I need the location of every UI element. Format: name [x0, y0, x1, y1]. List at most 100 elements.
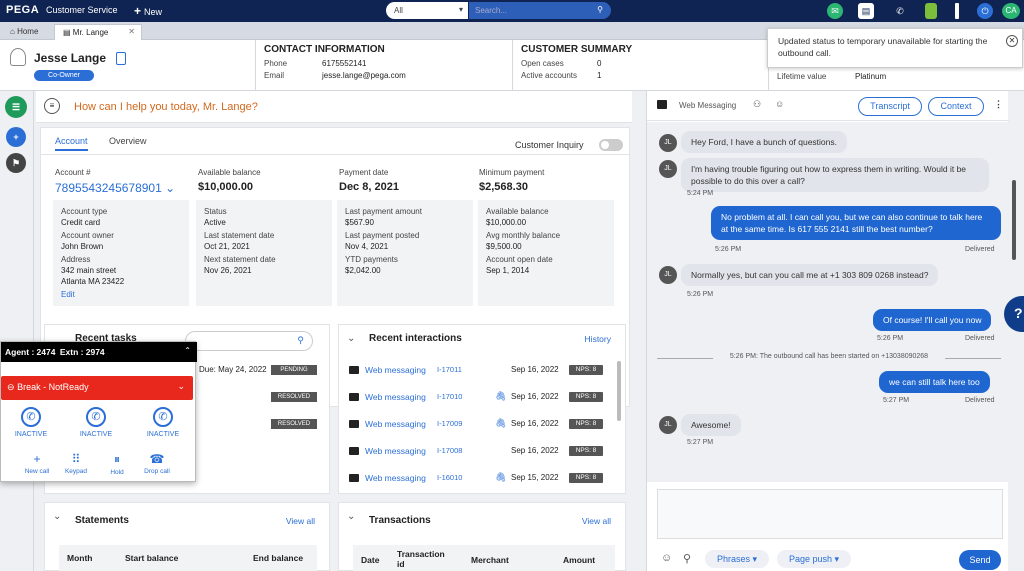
contact-information: CONTACT INFORMATION Phone 6175552141 Emai… [255, 40, 512, 91]
close-icon[interactable]: ✕ [128, 27, 135, 36]
tab-account[interactable]: Account [55, 136, 88, 151]
interaction-row[interactable]: Web messaging I-16010 🖇 Sep 15, 2022 NPS: 8 [347, 469, 611, 491]
payment-date-value: Dec 8, 2021 [339, 181, 399, 193]
lifetime-value: Platinum [855, 72, 887, 81]
customer-inquiry-toggle[interactable] [599, 139, 623, 151]
interaction-date: Sep 15, 2022 [511, 473, 559, 482]
tab-mr-lange[interactable]: ▤ Mr. Lange ✕ [54, 24, 142, 40]
new-button[interactable]: + New [134, 4, 162, 18]
more-icon[interactable]: ⋮ [994, 99, 1003, 110]
history-link[interactable]: History [585, 334, 611, 344]
search-input[interactable]: Search... ⚲ [469, 2, 611, 19]
nps-badge: NPS: 8 [569, 392, 603, 402]
column-header: Merchant [471, 555, 509, 565]
chat-icon[interactable]: ☰ [5, 96, 27, 118]
interaction-row[interactable]: Web messaging I-17011 Sep 16, 2022 NPS: 8 [347, 361, 611, 383]
detail-label: Last statement date [204, 231, 275, 240]
tasks-search-input[interactable]: ⚲ [185, 331, 313, 351]
interaction-row[interactable]: Web messaging I-17010 🖇 Sep 16, 2022 NPS: 8 [347, 388, 611, 410]
close-icon[interactable]: ✕ [1006, 35, 1018, 47]
available-balance-value: $10,000.00 [198, 181, 254, 193]
payment-date-col: Payment date Dec 8, 2021 [339, 168, 475, 193]
incoming-message: Normally yes, but can you call me at +1 … [681, 264, 939, 286]
available-balance-label: Available balance [198, 168, 261, 177]
transcript-button[interactable]: Transcript [858, 97, 922, 116]
tab-home-label: Home [17, 27, 39, 36]
chevron-up-icon[interactable]: ⌃ [184, 346, 191, 355]
detail-value: Active [204, 218, 226, 227]
drop-call-button[interactable]: ☎ Drop call [137, 452, 177, 475]
line-2[interactable]: ✆ INACTIVE [76, 407, 116, 438]
send-button[interactable]: Send [959, 550, 1001, 570]
flag-icon[interactable]: ⚑ [6, 153, 26, 173]
message-icon [349, 420, 359, 428]
new-call-button[interactable]: + New call [17, 452, 57, 475]
interaction-date: Sep 16, 2022 [511, 365, 559, 374]
question-bar: ≡ How can I help you today, Mr. Lange? [36, 91, 632, 123]
keypad-button[interactable]: ⠿ Keypad [56, 452, 96, 475]
statements-view-all-link[interactable]: View all [286, 516, 315, 526]
minimum-payment-col: Minimum payment $2,568.30 [479, 168, 615, 193]
tab-home[interactable]: ⌂ Home [2, 24, 46, 40]
add-icon[interactable]: + [6, 127, 26, 147]
column-header: Month [67, 553, 93, 563]
message-input[interactable] [657, 489, 1003, 539]
delivery-status: Delivered [965, 335, 995, 342]
interaction-id: I-17008 [437, 446, 463, 455]
agent-status-select[interactable]: ⊖ Break - NotReady ⌄ [1, 376, 193, 400]
edit-link[interactable]: Edit [61, 289, 181, 300]
pega-logo[interactable]: PEGA [6, 4, 39, 16]
add-participant-icon[interactable]: ⚇ [753, 99, 761, 110]
chevron-down-icon[interactable]: ⌄ [53, 511, 61, 522]
tab-overview[interactable]: Overview [109, 136, 147, 146]
page-push-dropdown[interactable]: Page push ▾ [777, 550, 852, 568]
search-placeholder: Search... [475, 6, 508, 15]
transactions-view-all-link[interactable]: View all [582, 516, 611, 526]
message-time: 5:26 PM [877, 335, 904, 342]
customer-summary-title: CUSTOMER SUMMARY [521, 44, 633, 55]
scrollbar[interactable] [1012, 180, 1016, 260]
clipboard-icon[interactable] [116, 52, 126, 65]
detail-label: Address [61, 255, 91, 264]
page-push-label: Page push [789, 554, 833, 564]
active-accounts-value: 1 [597, 71, 602, 80]
detail-value: 342 main street [61, 266, 117, 275]
phrases-dropdown[interactable]: Phrases ▾ [705, 550, 770, 568]
interaction-row[interactable]: Web messaging I-17008 Sep 16, 2022 NPS: 8 [347, 442, 611, 464]
status-card: Status Active Last statement date Oct 21, … [196, 200, 332, 306]
statements-panel: ⌄ Statements View all Month Start balanc… [44, 502, 330, 571]
email-icon[interactable]: ✉ [827, 3, 843, 19]
detail-label: Available balance [486, 207, 549, 216]
chevron-down-icon[interactable]: ⌄ [347, 511, 355, 522]
search-scope-select[interactable]: All ▾ [386, 2, 468, 19]
line-1[interactable]: ✆ INACTIVE [11, 407, 51, 438]
account-number-select[interactable]: 7895543245678901 ⌄ [55, 181, 191, 195]
interaction-row[interactable]: Web messaging I-17009 🖇 Sep 16, 2022 NPS: 8 [347, 415, 611, 437]
context-button[interactable]: Context [928, 97, 984, 116]
detail-label: Last payment posted [345, 231, 420, 240]
hold-button[interactable]: ⏸ Hold [97, 452, 137, 476]
scrollbar[interactable] [617, 361, 621, 421]
agent-status: Break - NotReady [17, 382, 89, 392]
greeting-question[interactable]: How can I help you today, Mr. Lange? [74, 101, 258, 113]
system-message: 5:26 PM: The outbound call has been star… [657, 353, 1001, 360]
statements-header-row: Month Start balance End balance [59, 545, 317, 571]
chat-icon[interactable]: ▤ [858, 3, 874, 19]
column-header: End balance [253, 553, 304, 563]
emoji-icon[interactable]: ☺ [775, 99, 784, 109]
status-icon[interactable]: ⏻ [977, 3, 993, 19]
chevron-down-icon[interactable]: ⌄ [347, 333, 355, 344]
phone-icon: ✆ [21, 407, 41, 427]
search-icon[interactable]: ⚲ [597, 5, 603, 14]
account-number-col: Account # 7895543245678901 ⌄ [55, 168, 191, 195]
detail-value: Credit card [61, 218, 101, 227]
pause-icon: ⏸ [113, 452, 120, 466]
incoming-message: I'm having trouble figuring out how to e… [681, 158, 989, 192]
detail-value: Sep 1, 2014 [486, 266, 530, 275]
line-3[interactable]: ✆ INACTIVE [143, 407, 183, 438]
paperclip-icon: 🖇 [495, 391, 507, 401]
user-avatar[interactable]: CA [1002, 3, 1020, 19]
paperclip-icon[interactable]: ⚲ [683, 552, 691, 565]
phone-icon[interactable]: ✆ [892, 3, 908, 19]
emoji-icon[interactable]: ☺ [661, 552, 672, 564]
